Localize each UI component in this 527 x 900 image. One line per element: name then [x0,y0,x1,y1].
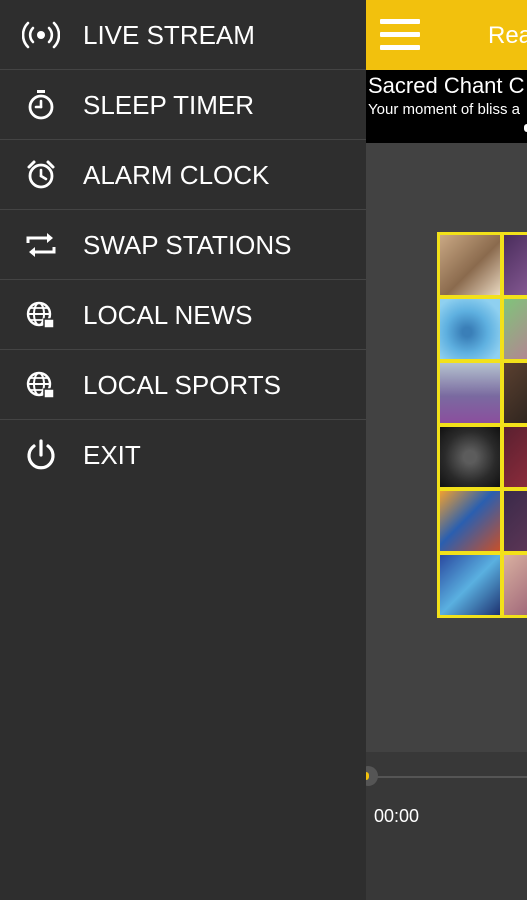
menu-bar-line [380,45,420,50]
main-screen: Rea Sacred Chant C Your moment of bliss … [366,0,527,900]
album-art-tile [440,363,500,423]
menu-item-label: LOCAL SPORTS [83,370,281,400]
now-playing-title: Sacred Chant C [368,73,525,98]
album-art-tile [504,363,527,423]
album-art-tile [504,299,527,359]
album-art-tile [440,427,500,487]
top-app-bar: Rea [366,0,527,70]
menu-item-live-stream[interactable]: LIVE STREAM [0,0,366,70]
menu-item-label: LOCAL NEWS [83,300,253,330]
alarm-clock-icon [22,158,60,192]
menu-item-alarm-clock[interactable]: ALARM CLOCK [0,140,366,210]
app-root: Rea Sacred Chant C Your moment of bliss … [0,0,527,900]
album-art-tile [504,235,527,295]
hamburger-menu-icon[interactable] [380,18,420,52]
elapsed-time: 00:00 [374,806,420,826]
album-art-tile [504,427,527,487]
power-icon [22,438,60,472]
menu-item-label: SLEEP TIMER [83,90,254,120]
menu-item-local-sports[interactable]: LOCAL SPORTS [0,350,366,420]
menu-bar-line [380,32,420,37]
menu-item-label: SWAP STATIONS [83,230,292,260]
progress-track[interactable] [366,776,527,778]
globe-icon [22,368,60,402]
album-art-tile [440,555,500,615]
menu-bar-line [380,19,420,24]
now-playing-subtitle: Your moment of bliss a [368,101,521,118]
menu-item-label: LIVE STREAM [83,20,255,50]
menu-item-swap-stations[interactable]: SWAP STATIONS [0,210,366,280]
menu-item-label: ALARM CLOCK [83,160,270,190]
broadcast-icon [21,18,61,52]
navigation-drawer: LIVE STREAM SLEEP TIMER ALARM CLOCK SWAP… [0,0,366,900]
globe-icon [22,298,60,332]
app-title: Rea [488,22,527,49]
album-art-tile [440,491,500,551]
menu-item-exit[interactable]: EXIT [0,420,366,490]
album-art-tile [504,555,527,615]
stopwatch-icon [22,88,60,122]
album-art-tile [440,299,500,359]
menu-item-label: EXIT [83,440,141,470]
album-art-collage [437,232,527,618]
menu-item-local-news[interactable]: LOCAL NEWS [0,280,366,350]
menu-item-sleep-timer[interactable]: SLEEP TIMER [0,70,366,140]
album-art-tile [440,235,500,295]
album-art-tile [504,491,527,551]
now-playing-bar: Sacred Chant C Your moment of bliss a [366,70,527,143]
player-controls: 00:00 [366,752,527,900]
swap-icon [22,228,60,262]
